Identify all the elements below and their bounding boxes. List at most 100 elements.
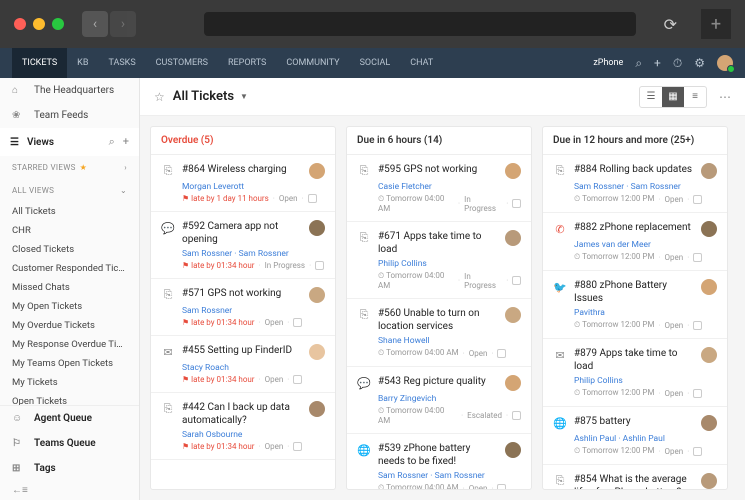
ticket-meta: ⏲ Tomorrow 04:00 AM·Escalated·: [378, 406, 521, 425]
assignee-avatar: [701, 347, 717, 363]
all-views-section[interactable]: ALL VIEWS⌄: [0, 179, 139, 202]
ticket-card[interactable]: ⎘#560 Unable to turn on location service…: [347, 299, 531, 367]
ticket-card[interactable]: ⎘#595 GPS not workingCasie Fletcher⏲ Tom…: [347, 155, 531, 222]
sidebar-view-link[interactable]: My Teams Open Tickets: [0, 354, 139, 373]
search-views-icon[interactable]: ⌕: [109, 135, 115, 149]
new-tab-button[interactable]: +: [701, 9, 731, 39]
ticket-title: #543 Reg picture quality: [378, 375, 498, 388]
teams-icon: ⚐: [12, 438, 26, 449]
ticket-card[interactable]: ⎘#671 Apps take time to loadPhilip Colli…: [347, 222, 531, 299]
settings-icon[interactable]: ⚙: [694, 56, 705, 70]
ticket-card[interactable]: ✉#879 Apps take time to loadPhilip Colli…: [543, 339, 727, 407]
reload-button[interactable]: ⟳: [664, 15, 677, 34]
channel-chat-icon: 💬: [357, 376, 371, 390]
list-view-button[interactable]: ☰: [640, 87, 662, 107]
ticket-checkbox[interactable]: [512, 276, 521, 285]
ticket-checkbox[interactable]: [497, 349, 506, 358]
ticket-meta: ⏲ Tomorrow 04:00 AM·In Progress·: [378, 271, 521, 290]
sidebar-item-tags[interactable]: ⊞Tags: [0, 456, 139, 481]
assignee-avatar: [309, 163, 325, 179]
sidebar-view-link[interactable]: All Tickets: [0, 202, 139, 221]
sidebar-label: The Headquarters: [34, 85, 114, 96]
star-view-icon[interactable]: ☆: [154, 90, 165, 104]
chevron-down-icon: ⌄: [120, 186, 127, 195]
maximize-window-button[interactable]: [52, 18, 64, 30]
ticket-checkbox[interactable]: [693, 389, 702, 398]
sidebar-view-link[interactable]: Closed Tickets: [0, 240, 139, 259]
ticket-card[interactable]: ✉#455 Setting up FinderIDStacy Roach⚑ la…: [151, 336, 335, 393]
sidebar-item-hq[interactable]: ⌂The Headquarters: [0, 78, 139, 103]
ticket-card[interactable]: ⎘#442 Can I back up data automatically?S…: [151, 393, 335, 460]
ticket-meta: ⏲ Tomorrow 04:00 AM·In Progress·: [378, 194, 521, 213]
sidebar-view-link[interactable]: My Response Overdue Tic...: [0, 335, 139, 354]
view-title[interactable]: All Tickets: [173, 89, 234, 104]
ticket-checkbox[interactable]: [315, 261, 324, 270]
search-icon[interactable]: ⌕: [635, 56, 642, 71]
ticket-checkbox[interactable]: [293, 318, 302, 327]
sidebar-item-feeds[interactable]: ❀Team Feeds: [0, 103, 139, 128]
ticket-checkbox[interactable]: [293, 442, 302, 451]
ticket-card[interactable]: 💬#592 Camera app not openingSam Rossner …: [151, 212, 335, 279]
ticket-card[interactable]: ⎘#864 Wireless chargingMorgan Leverott⚑ …: [151, 155, 335, 212]
sidebar-view-link[interactable]: My Open Tickets: [0, 297, 139, 316]
ticket-checkbox[interactable]: [693, 321, 702, 330]
brand-dropdown[interactable]: zPhone: [593, 58, 623, 68]
view-dropdown-caret[interactable]: ▼: [240, 92, 248, 101]
top-tab-social[interactable]: SOCIAL: [350, 48, 401, 78]
starred-views-section[interactable]: STARRED VIEWS★›: [0, 156, 139, 179]
ticket-assignees: Philip Collins: [378, 259, 521, 269]
sidebar-item-views[interactable]: ☰Views ⌕+: [0, 128, 139, 156]
ticket-assignees: Sarah Osbourne: [182, 430, 325, 440]
ticket-card[interactable]: 🌐#539 zPhone battery needs to be fixed!S…: [347, 434, 531, 489]
ticket-card[interactable]: ⎘#884 Rolling back updatesSam Rossner · …: [543, 155, 727, 213]
sidebar-view-link[interactable]: Customer Responded Tick...: [0, 259, 139, 278]
ticket-meta: ⚑ late by 1 day 11 hours·Open·: [182, 194, 325, 203]
sidebar-item-teams-queue[interactable]: ⚐Teams Queue: [0, 431, 139, 456]
ticket-card[interactable]: 💬#543 Reg picture qualityBarry Zingevich…: [347, 367, 531, 434]
top-tab-kb[interactable]: KB: [67, 48, 98, 78]
ticket-assignees: Sam Rossner · Sam Rossner: [378, 471, 521, 481]
top-tab-customers[interactable]: CUSTOMERS: [146, 48, 218, 78]
sidebar-view-link[interactable]: My Overdue Tickets: [0, 316, 139, 335]
more-options-icon[interactable]: ⋯: [719, 90, 731, 104]
ticket-card[interactable]: 🐦#880 zPhone Battery IssuesPavithra⏲ Tom…: [543, 271, 727, 339]
top-tab-tasks[interactable]: TASKS: [98, 48, 145, 78]
top-tab-tickets[interactable]: TICKETS: [12, 48, 67, 78]
timer-icon[interactable]: ⏱: [673, 56, 682, 71]
sidebar-view-link[interactable]: Missed Chats: [0, 278, 139, 297]
top-tab-community[interactable]: COMMUNITY: [276, 48, 349, 78]
ticket-card[interactable]: ⎘#571 GPS not workingSam Rossner⚑ late b…: [151, 279, 335, 336]
ticket-checkbox[interactable]: [512, 411, 521, 420]
sidebar-item-agent-queue[interactable]: ☺Agent Queue: [0, 406, 139, 431]
ticket-card[interactable]: 🌐#875 batteryAshlin Paul · Ashlin Paul⏲ …: [543, 407, 727, 465]
top-tab-reports[interactable]: REPORTS: [218, 48, 276, 78]
ticket-checkbox[interactable]: [693, 253, 702, 262]
add-icon[interactable]: +: [654, 56, 661, 70]
collapse-sidebar-button[interactable]: ←≡: [0, 481, 139, 500]
compact-view-button[interactable]: ≡: [684, 87, 706, 107]
ticket-card[interactable]: ⎘#854 What is the average life of a zPho…: [543, 465, 727, 489]
ticket-checkbox[interactable]: [293, 375, 302, 384]
assignee-avatar: [505, 375, 521, 391]
ticket-checkbox[interactable]: [497, 484, 506, 490]
ticket-assignees: Ashlin Paul · Ashlin Paul: [574, 434, 717, 444]
url-bar[interactable]: [204, 12, 636, 36]
ticket-card[interactable]: ✆#882 zPhone replacementJames van der Me…: [543, 213, 727, 271]
close-window-button[interactable]: [14, 18, 26, 30]
kanban-column: Overdue (5)⎘#864 Wireless chargingMorgan…: [150, 126, 336, 490]
column-header: Due in 6 hours (14): [347, 127, 531, 155]
sidebar-view-link[interactable]: CHR: [0, 221, 139, 240]
ticket-checkbox[interactable]: [693, 195, 702, 204]
ticket-checkbox[interactable]: [308, 194, 317, 203]
sidebar-view-link[interactable]: My Tickets: [0, 373, 139, 392]
ticket-checkbox[interactable]: [693, 447, 702, 456]
forward-button[interactable]: ›: [110, 11, 136, 37]
back-button[interactable]: ‹: [82, 11, 108, 37]
ticket-checkbox[interactable]: [512, 199, 521, 208]
user-avatar[interactable]: [717, 55, 733, 71]
top-tab-chat[interactable]: CHAT: [400, 48, 443, 78]
sidebar: ⌂The Headquarters ❀Team Feeds ☰Views ⌕+ …: [0, 78, 140, 500]
add-view-icon[interactable]: +: [123, 135, 129, 149]
minimize-window-button[interactable]: [33, 18, 45, 30]
kanban-view-button[interactable]: ▦: [662, 87, 684, 107]
